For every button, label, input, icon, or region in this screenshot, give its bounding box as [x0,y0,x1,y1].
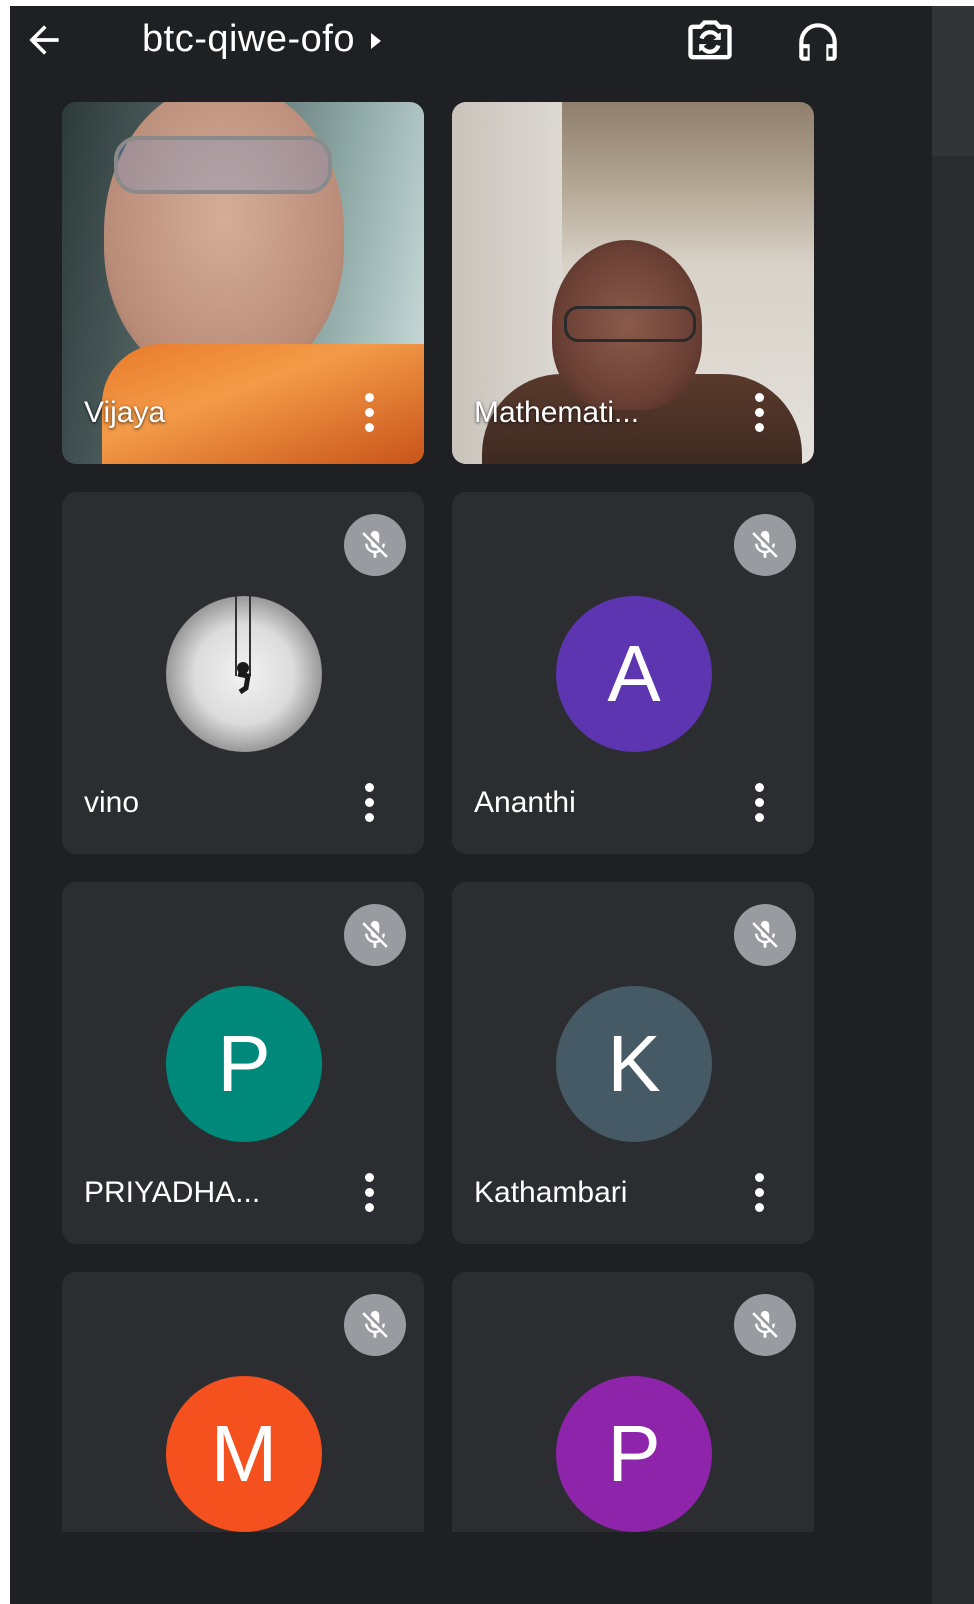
participant-name: PRIYADHA... [84,1176,261,1209]
mic-off-icon [344,904,406,966]
avatar-photo [166,596,322,752]
meet-call-screen: btc-qiwe-ofo Vijaya Mathemati... vino A … [10,6,974,1604]
more-vertical-icon [754,392,764,402]
participant-name: Ananthi [474,786,576,819]
participant-name: Mathemati... [474,396,640,429]
side-panel-edge-top [932,6,974,156]
mic-off-icon [734,514,796,576]
avatar-initial: A [556,596,712,752]
avatar-initial: P [166,986,322,1142]
participant-tile-ananthi[interactable]: A Ananthi [452,492,814,854]
mic-off-icon [734,1294,796,1356]
arrow-left-icon [29,25,59,55]
switch-camera-button[interactable] [682,14,738,70]
avatar-initial: P [556,1376,712,1532]
participant-tile-kathambari[interactable]: K Kathambari [452,882,814,1244]
participant-tile-vijaya[interactable]: Vijaya [62,102,424,464]
more-options-button[interactable] [744,780,774,824]
meeting-code: btc-qiwe-ofo [142,18,355,60]
avatar-initial: M [166,1376,322,1532]
more-options-button[interactable] [354,780,384,824]
participant-tile-priyadha[interactable]: P PRIYADHA... [62,882,424,1244]
mic-off-icon [734,904,796,966]
top-bar: btc-qiwe-ofo [10,6,932,76]
mic-off-icon [344,514,406,576]
more-vertical-icon [364,392,374,402]
participant-tile-p[interactable]: P [452,1272,814,1532]
audio-output-button[interactable] [790,14,846,70]
participant-tile-m[interactable]: M [62,1272,424,1532]
participant-tile-vino[interactable]: vino [62,492,424,854]
participant-name: vino [84,786,140,819]
more-options-button[interactable] [744,390,774,434]
participant-name: Vijaya [84,396,166,429]
participant-name: Kathambari [474,1176,628,1209]
avatar-initial: K [556,986,712,1142]
back-button[interactable] [18,14,70,66]
more-vertical-icon [754,1172,764,1182]
more-vertical-icon [364,782,374,792]
caret-right-icon [369,18,383,61]
side-panel-edge [932,6,974,1604]
mic-off-icon [344,1294,406,1356]
more-vertical-icon [364,1172,374,1182]
more-options-button[interactable] [744,1170,774,1214]
more-options-button[interactable] [354,1170,384,1214]
participant-tile-mathemati[interactable]: Mathemati... [452,102,814,464]
headphones-icon [799,23,837,61]
more-vertical-icon [754,782,764,792]
more-options-button[interactable] [354,390,384,434]
meeting-code-title[interactable]: btc-qiwe-ofo [142,18,383,61]
switch-camera-icon [688,20,732,60]
